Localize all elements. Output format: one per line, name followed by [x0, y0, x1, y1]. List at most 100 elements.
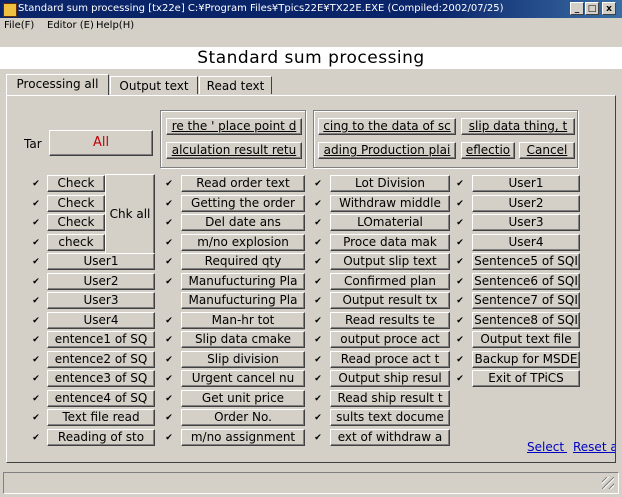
process-button-col3-3[interactable]: LOmaterial	[330, 214, 450, 231]
checkbox-col4-10[interactable]	[455, 354, 465, 364]
process-button-col4-8[interactable]: Sentence8 of SQI	[472, 312, 580, 329]
checkbox-col3-4[interactable]	[313, 237, 323, 247]
process-button-col4-11[interactable]: Exit of TPiCS	[472, 370, 580, 387]
menu-editor[interactable]: Editor (E)	[47, 18, 94, 34]
checkbox-col1-3[interactable]	[31, 217, 41, 227]
top-button-1b[interactable]: alculation result retu	[166, 142, 302, 159]
process-button-col1-4[interactable]: check	[47, 234, 105, 251]
checkbox-col1-6[interactable]	[31, 276, 41, 286]
checkbox-col4-7[interactable]	[455, 295, 465, 305]
process-button-col3-4[interactable]: Proce data mak	[330, 234, 450, 251]
menu-file[interactable]: File(F)	[4, 18, 34, 34]
maximize-button[interactable]: □	[585, 2, 599, 15]
process-button-col2-10[interactable]: Slip division	[181, 351, 305, 368]
checkbox-col2-4[interactable]	[164, 237, 174, 247]
process-button-col1-6[interactable]: User2	[47, 273, 155, 290]
process-button-col4-10[interactable]: Backup for MSDE	[472, 351, 580, 368]
process-button-col3-7[interactable]: Output result tx	[330, 292, 450, 309]
checkbox-col1-11[interactable]	[31, 373, 41, 383]
process-button-col1-11[interactable]: entence3 of SQ	[47, 370, 155, 387]
process-button-col4-2[interactable]: User2	[472, 195, 580, 212]
checkbox-col2-10[interactable]	[164, 354, 174, 364]
reset-all-link[interactable]: Reset a	[573, 440, 615, 454]
top-button-1a[interactable]: re the ' place point d	[166, 118, 302, 135]
checkbox-col1-14[interactable]	[31, 432, 41, 442]
checkbox-col1-1[interactable]	[31, 178, 41, 188]
top-button-2b[interactable]: ading Production plai	[318, 142, 456, 159]
process-button-col1-3[interactable]: Check	[47, 214, 105, 231]
checkbox-col2-12[interactable]	[164, 393, 174, 403]
process-button-col4-7[interactable]: Sentence7 of SQI	[472, 292, 580, 309]
process-button-col1-2[interactable]: Check	[47, 195, 105, 212]
checkbox-col3-6[interactable]	[313, 276, 323, 286]
process-button-col4-6[interactable]: Sentence6 of SQI	[472, 273, 580, 290]
process-button-col2-13[interactable]: Order No.	[181, 409, 305, 426]
checkbox-col1-5[interactable]	[31, 256, 41, 266]
process-button-col3-2[interactable]: Withdraw middle	[330, 195, 450, 212]
process-button-col2-7[interactable]: Manufucturing Pla	[181, 292, 305, 309]
checkbox-col3-10[interactable]	[313, 354, 323, 364]
process-button-col3-6[interactable]: Confirmed plan	[330, 273, 450, 290]
checkbox-col1-2[interactable]	[31, 198, 41, 208]
process-button-col1-13[interactable]: Text file read	[47, 409, 155, 426]
process-button-col1-8[interactable]: User4	[47, 312, 155, 329]
checkbox-col1-4[interactable]	[31, 237, 41, 247]
checkbox-col1-13[interactable]	[31, 412, 41, 422]
process-button-col4-5[interactable]: Sentence5 of SQI	[472, 253, 580, 270]
checkbox-col4-2[interactable]	[455, 198, 465, 208]
process-button-col2-11[interactable]: Urgent cancel nu	[181, 370, 305, 387]
checkbox-col2-7[interactable]	[164, 295, 174, 305]
checkbox-col3-2[interactable]	[313, 198, 323, 208]
checkbox-col3-13[interactable]	[313, 412, 323, 422]
checkbox-col1-8[interactable]	[31, 315, 41, 325]
process-button-col3-8[interactable]: Read results te	[330, 312, 450, 329]
process-button-col2-9[interactable]: Slip data cmake	[181, 331, 305, 348]
top-button-3b[interactable]: eflectio	[461, 142, 515, 159]
process-button-col3-13[interactable]: sults text docume	[330, 409, 450, 426]
process-button-col1-12[interactable]: entence4 of SQ	[47, 390, 155, 407]
checkbox-col3-12[interactable]	[313, 393, 323, 403]
process-button-col2-8[interactable]: Man-hr tot	[181, 312, 305, 329]
cancel-button[interactable]: Cancel	[519, 142, 575, 159]
checkbox-col3-3[interactable]	[313, 217, 323, 227]
tab-processing-all[interactable]: Processing all	[6, 74, 109, 95]
checkbox-col2-9[interactable]	[164, 334, 174, 344]
checkbox-col3-7[interactable]	[313, 295, 323, 305]
checkbox-col2-11[interactable]	[164, 373, 174, 383]
tab-output-text[interactable]: Output text	[110, 76, 198, 94]
process-button-col2-3[interactable]: Del date ans	[181, 214, 305, 231]
all-button[interactable]: All	[49, 130, 153, 156]
top-button-2a[interactable]: cing to the data of sc	[318, 118, 456, 135]
checkbox-col1-9[interactable]	[31, 334, 41, 344]
process-button-col3-11[interactable]: Output ship resul	[330, 370, 450, 387]
process-button-col1-14[interactable]: Reading of sto	[47, 429, 155, 446]
checkbox-col2-8[interactable]	[164, 315, 174, 325]
process-button-col3-14[interactable]: ext of withdraw a	[330, 429, 450, 446]
top-button-3a[interactable]: slip data thing, t	[461, 118, 575, 135]
checkbox-col4-11[interactable]	[455, 373, 465, 383]
checkbox-col4-9[interactable]	[455, 334, 465, 344]
process-button-col3-10[interactable]: Read proce act t	[330, 351, 450, 368]
process-button-col2-12[interactable]: Get unit price	[181, 390, 305, 407]
process-button-col3-1[interactable]: Lot Division	[330, 175, 450, 192]
checkbox-col4-3[interactable]	[455, 217, 465, 227]
app-icon[interactable]	[3, 3, 17, 17]
checkbox-col4-6[interactable]	[455, 276, 465, 286]
checkbox-col3-1[interactable]	[313, 178, 323, 188]
process-button-col2-1[interactable]: Read order text	[181, 175, 305, 192]
close-button[interactable]: x	[602, 2, 616, 15]
minimize-button[interactable]: _	[570, 2, 584, 15]
checkbox-col3-11[interactable]	[313, 373, 323, 383]
chk-all-button[interactable]: Chk all	[105, 174, 155, 255]
checkbox-col4-4[interactable]	[455, 237, 465, 247]
resize-grip-icon[interactable]	[602, 477, 614, 489]
select-all-link[interactable]: Select a	[527, 440, 567, 454]
checkbox-col3-8[interactable]	[313, 315, 323, 325]
process-button-col2-14[interactable]: m/no assignment	[181, 429, 305, 446]
process-button-col1-1[interactable]: Check	[47, 175, 105, 192]
checkbox-col4-5[interactable]	[455, 256, 465, 266]
checkbox-col3-9[interactable]	[313, 334, 323, 344]
checkbox-col4-1[interactable]	[455, 178, 465, 188]
process-button-col1-10[interactable]: entence2 of SQ	[47, 351, 155, 368]
menu-help[interactable]: Help(H)	[96, 18, 134, 34]
